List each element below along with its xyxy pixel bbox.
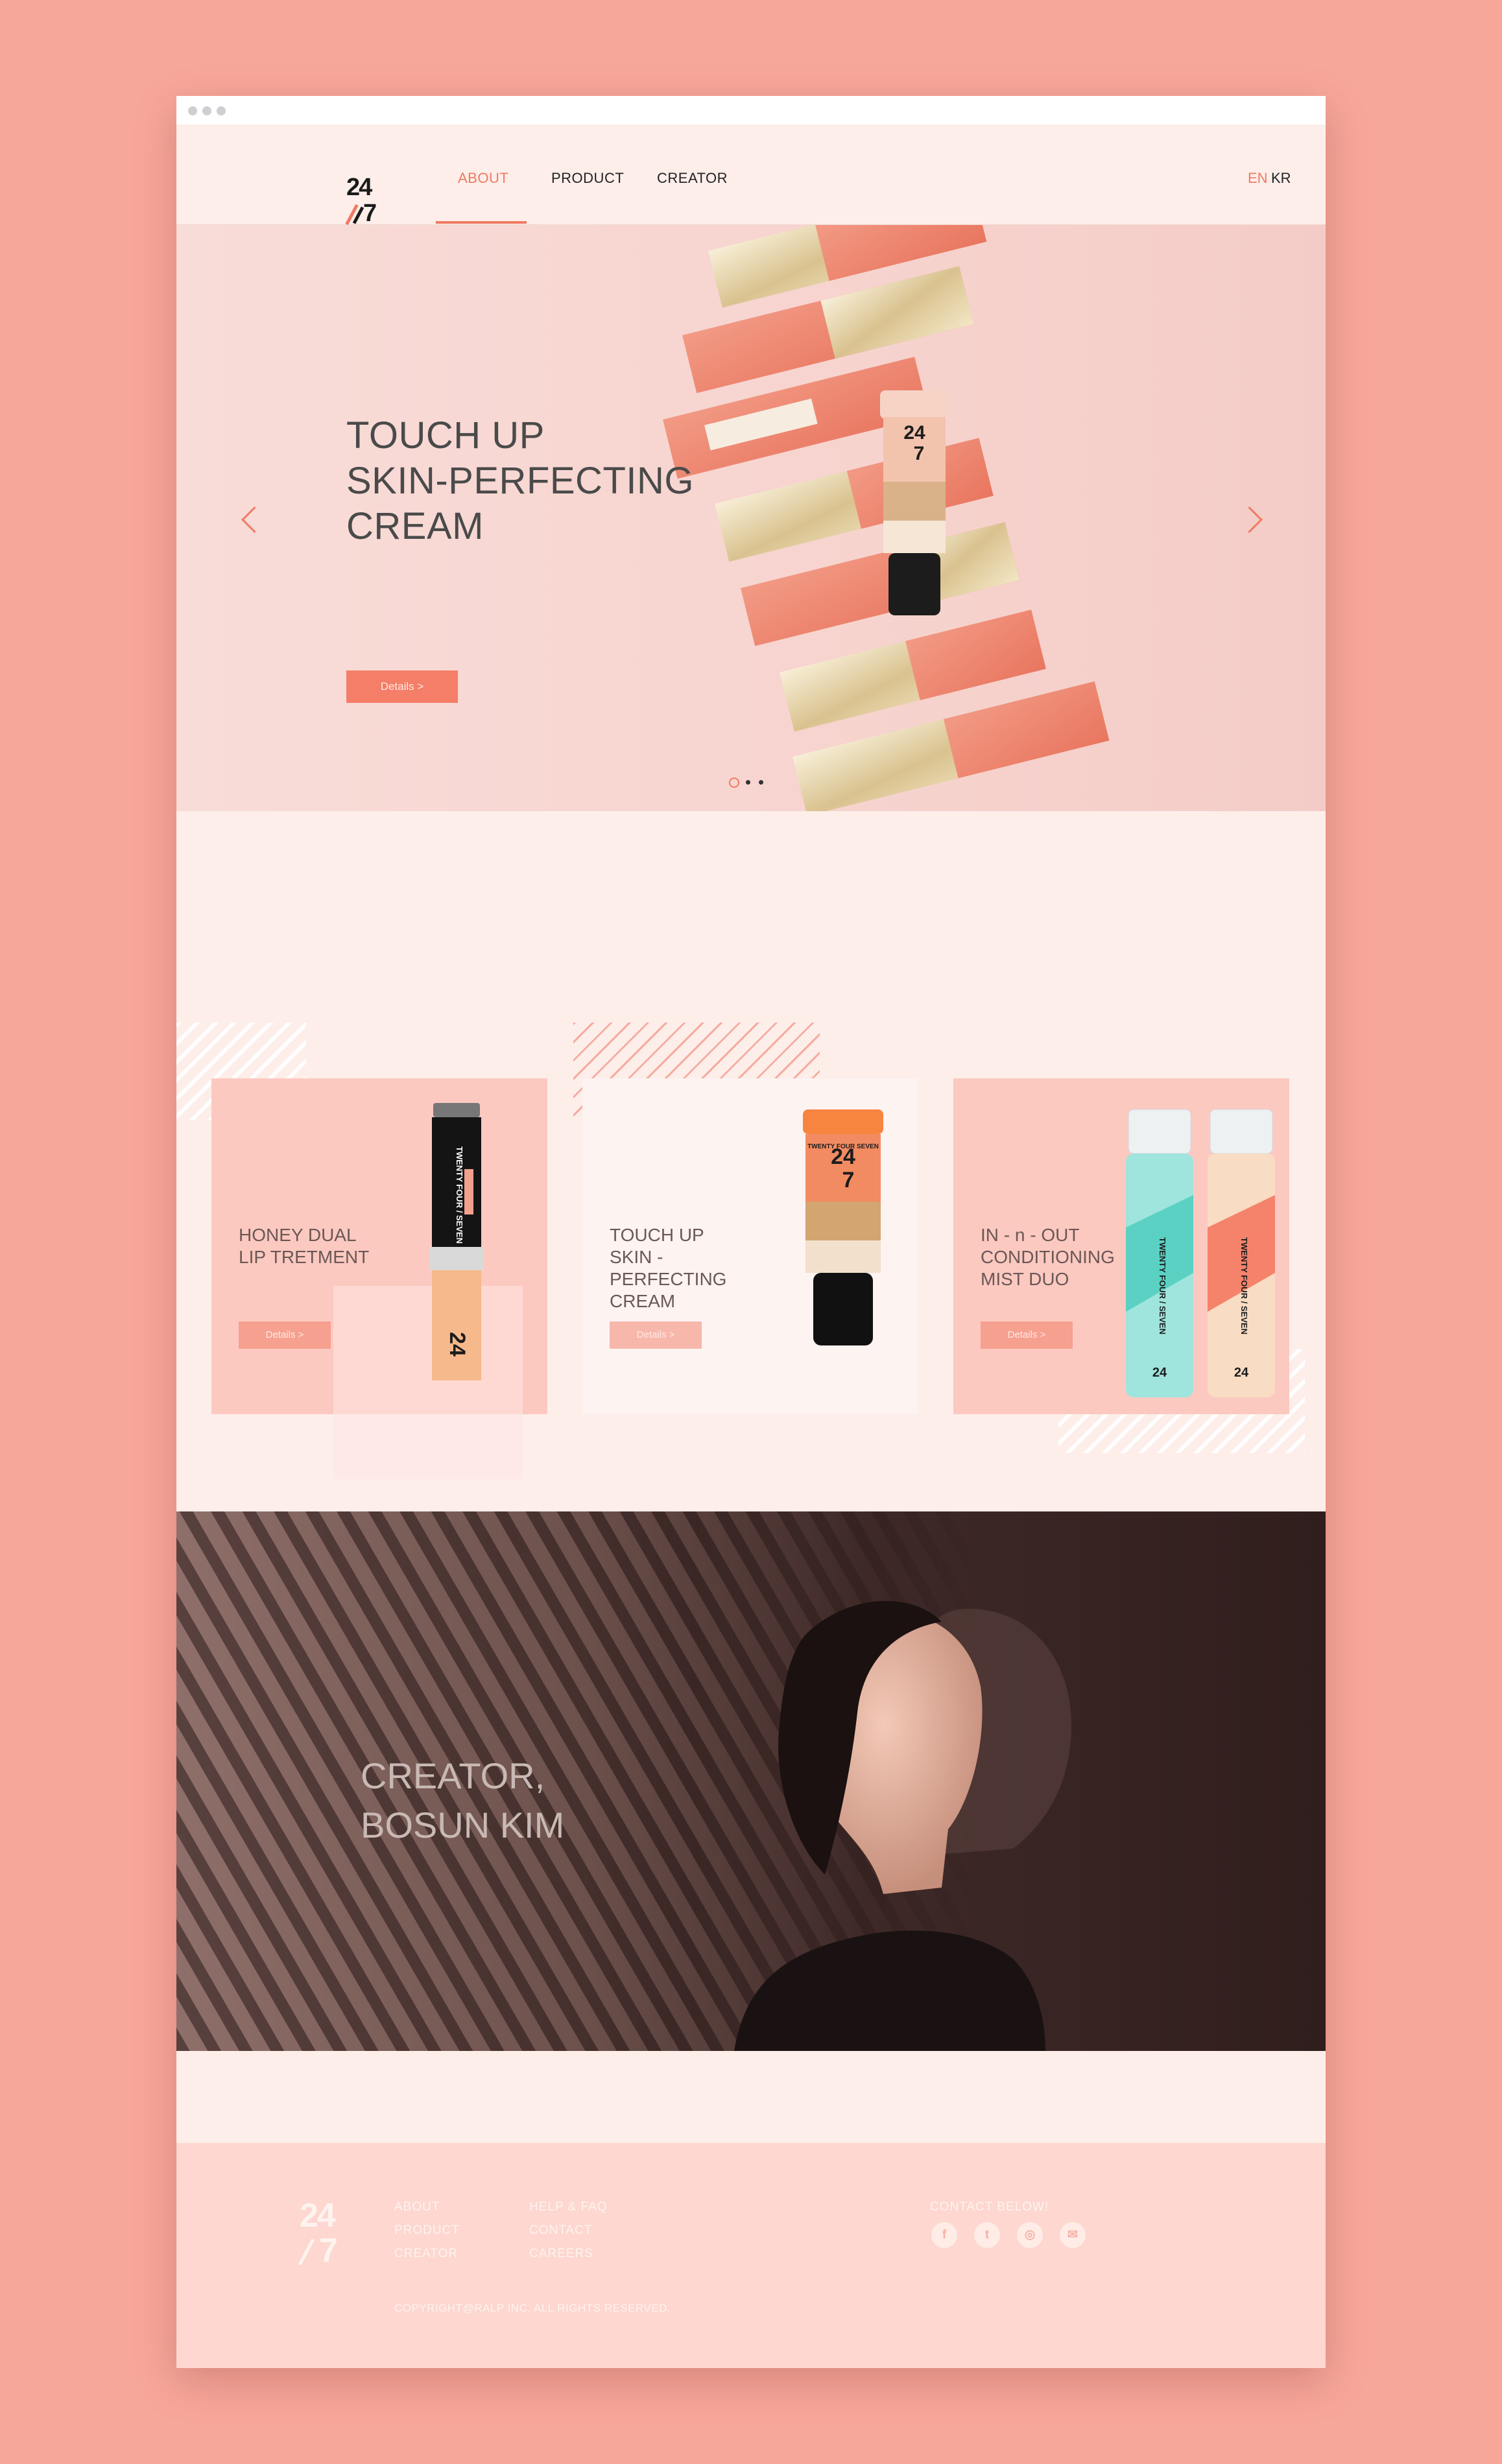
copyright: COPYRIGHT@RALP INC. ALL RIGHTS RESERVED. xyxy=(394,2302,671,2314)
product-card-mist[interactable]: TWENTY FOUR / SEVEN TWENTY FOUR / SEVEN … xyxy=(953,1078,1289,1414)
section-spacer xyxy=(176,2051,1326,2143)
window-dot-minimize[interactable] xyxy=(202,106,211,115)
lang-kr[interactable]: KR xyxy=(1271,170,1291,187)
footer-link-help[interactable]: HELP & FAQ xyxy=(529,2200,608,2214)
footer-link-creator[interactable]: CREATOR xyxy=(394,2247,458,2261)
svg-text:TWENTY FOUR SEVEN: TWENTY FOUR SEVEN xyxy=(807,1143,879,1150)
lang-en[interactable]: EN xyxy=(1248,170,1268,187)
footer-logo-text-7: 7 xyxy=(319,2232,338,2269)
logo-text-7: 7 xyxy=(363,200,377,227)
svg-text:TWENTY FOUR / SEVEN: TWENTY FOUR / SEVEN xyxy=(1158,1237,1167,1334)
svg-text:24: 24 xyxy=(1234,1366,1249,1380)
window-dot-close[interactable] xyxy=(188,106,197,115)
brand-logo[interactable]: 24 7 xyxy=(345,174,380,227)
creator-title: CREATOR, BOSUN KIM xyxy=(361,1755,565,1845)
facebook-icon[interactable]: f xyxy=(931,2222,957,2248)
footer-link-careers[interactable]: CAREERS xyxy=(529,2247,593,2261)
footer-link-about[interactable]: ABOUT xyxy=(394,2200,440,2214)
product-cream-details-button[interactable]: Details > xyxy=(610,1321,702,1349)
svg-text:24: 24 xyxy=(445,1332,470,1356)
product-mist-details-button[interactable]: Details > xyxy=(981,1321,1073,1349)
browser-window: 24 7 ABOUT PRODUCT CREATOR EN KR 24 7 TO… xyxy=(176,96,1326,2368)
hero-details-button[interactable]: Details > xyxy=(346,670,458,703)
site-header: 24 7 ABOUT PRODUCT CREATOR EN KR xyxy=(176,124,1326,226)
svg-text:24: 24 xyxy=(903,422,925,444)
hero-tube: 24 7 xyxy=(880,390,949,615)
email-icon[interactable]: ✉ xyxy=(1060,2222,1086,2248)
footer-logo-text-24: 24 xyxy=(300,2197,336,2234)
product-title-lip: HONEY DUAL LIP TRETMENT xyxy=(239,1225,370,1267)
browser-chrome xyxy=(176,96,1326,124)
product-title-cream: TOUCH UP SKIN - PERFECTING CREAM xyxy=(610,1225,727,1311)
creator-portrait-image xyxy=(734,1600,1071,2051)
twitter-icon[interactable]: t xyxy=(974,2222,1000,2248)
svg-text:24: 24 xyxy=(1152,1366,1167,1380)
hero-title: TOUCH UP SKIN-PERFECTING CREAM xyxy=(346,414,694,547)
pager-dot-3[interactable] xyxy=(759,780,763,785)
contact-label: CONTACT BELOW! xyxy=(930,2200,1049,2214)
product-card-cream[interactable]: 24 7 TWENTY FOUR SEVEN TOUCH UP SKIN - P… xyxy=(582,1078,918,1414)
svg-text:TWENTY FOUR / SEVEN: TWENTY FOUR / SEVEN xyxy=(455,1146,464,1244)
site-footer: 24 7 ABOUT PRODUCT CREATOR HELP & FAQ CO… xyxy=(176,2143,1326,2368)
footer-logo-slash xyxy=(298,2238,315,2266)
nav-product[interactable]: PRODUCT xyxy=(551,170,624,187)
logo-text-24: 24 xyxy=(346,174,372,201)
svg-text:TWENTY FOUR / SEVEN: TWENTY FOUR / SEVEN xyxy=(1239,1237,1249,1334)
hero-slider: 24 7 TOUCH UP SKIN-PERFECTING CREAM Deta… xyxy=(176,225,1326,811)
nav-creator[interactable]: CREATOR xyxy=(657,170,728,187)
product-lip-details-button[interactable]: Details > xyxy=(239,1321,331,1349)
instagram-icon[interactable]: ◎ xyxy=(1017,2222,1043,2248)
product-title-mist: IN - n - OUT CONDITIONING MIST DUO xyxy=(981,1225,1115,1289)
creator-banner[interactable]: CREATOR, BOSUN KIM xyxy=(176,1511,1326,2051)
product-card-lip[interactable]: TWENTY FOUR / SEVEN 24 HONEY DUAL LIP TR… xyxy=(211,1078,547,1479)
footer-link-contact[interactable]: CONTACT xyxy=(529,2223,592,2238)
product-section: TWENTY FOUR / SEVEN 24 HONEY DUAL LIP TR… xyxy=(176,811,1326,1511)
svg-text:7: 7 xyxy=(842,1168,855,1192)
pager-dot-1[interactable] xyxy=(729,777,739,788)
footer-logo[interactable]: 24 7 xyxy=(298,2197,345,2270)
svg-text:7: 7 xyxy=(914,443,925,464)
pager-dot-2[interactable] xyxy=(746,780,750,785)
nav-active-indicator xyxy=(436,221,527,224)
window-dot-maximize[interactable] xyxy=(217,106,226,115)
nav-about[interactable]: ABOUT xyxy=(458,170,508,187)
footer-link-product[interactable]: PRODUCT xyxy=(394,2223,460,2238)
